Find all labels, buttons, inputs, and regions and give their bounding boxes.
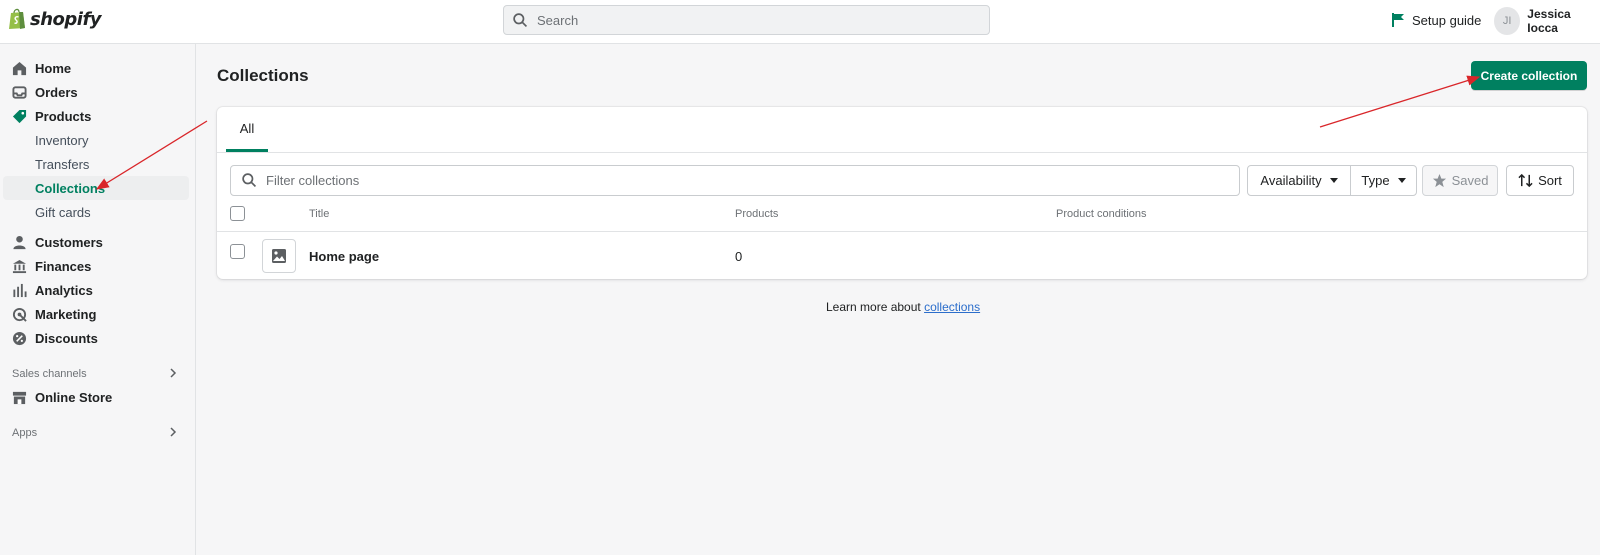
sidebar-item-analytics[interactable]: Analytics: [0, 278, 196, 302]
sort-icon: [1518, 173, 1533, 188]
store-icon: [12, 391, 27, 404]
sidebar-item-label: Discounts: [35, 330, 98, 346]
saved-button[interactable]: Saved: [1422, 165, 1498, 196]
sidebar: Home Orders Products Inventory Transfers…: [0, 44, 196, 555]
sidebar-subitem-collections[interactable]: Collections: [3, 176, 189, 200]
sort-label: Sort: [1538, 173, 1562, 188]
collection-title[interactable]: Home page: [309, 249, 379, 264]
sidebar-item-label: Online Store: [35, 389, 113, 405]
discount-icon: [12, 331, 27, 345]
global-search-input[interactable]: Search: [503, 5, 990, 35]
user-name: Jessica Iocca: [1527, 7, 1571, 35]
sidebar-item-customers[interactable]: Customers: [0, 230, 196, 254]
avatar: JI: [1494, 7, 1521, 35]
search-icon: [513, 12, 528, 27]
select-all-checkbox[interactable]: [230, 206, 245, 221]
type-filter-button[interactable]: Type: [1350, 166, 1416, 195]
sidebar-item-online-store[interactable]: Online Store: [0, 385, 196, 409]
sidebar-item-orders[interactable]: Orders: [0, 80, 196, 104]
shopify-bag-icon: [9, 8, 25, 29]
apps-label: Apps: [12, 427, 38, 439]
chevron-right-icon[interactable]: [168, 427, 178, 437]
tab-all[interactable]: All: [226, 107, 268, 152]
top-bar: shopify Search Setup guide JI Jessica Io…: [0, 0, 1600, 44]
chevron-right-icon[interactable]: [168, 368, 178, 378]
collections-help-link[interactable]: collections: [924, 300, 980, 314]
user-menu[interactable]: JI Jessica Iocca: [1494, 7, 1600, 35]
orders-icon: [12, 85, 27, 99]
sidebar-subitem-transfers[interactable]: Transfers: [35, 152, 89, 176]
sidebar-subitem-inventory[interactable]: Inventory: [35, 128, 88, 152]
bank-icon: [12, 259, 27, 273]
sidebar-item-home[interactable]: Home: [0, 56, 196, 80]
sidebar-item-discounts[interactable]: Discounts: [0, 326, 196, 350]
image-placeholder-icon: [272, 249, 286, 263]
learn-more-text: Learn more about collections: [826, 300, 980, 314]
tag-icon: [12, 109, 27, 123]
home-icon: [12, 61, 27, 75]
setup-guide-button[interactable]: Setup guide: [1392, 12, 1481, 28]
row-checkbox[interactable]: [230, 244, 245, 259]
divider: [217, 231, 1587, 232]
target-icon: [12, 307, 27, 322]
filter-button-group: Availability Type: [1247, 165, 1417, 196]
collection-products-count: 0: [735, 249, 743, 264]
learn-more-prefix: Learn more about: [826, 300, 925, 314]
filter-placeholder: Filter collections: [266, 173, 360, 188]
column-header-products[interactable]: Products: [735, 208, 778, 220]
search-icon: [242, 173, 257, 188]
logo-text: shopify: [30, 8, 102, 30]
shopify-logo[interactable]: shopify: [8, 8, 102, 30]
sort-button[interactable]: Sort: [1506, 165, 1574, 196]
sales-channels-label: Sales channels: [12, 368, 87, 380]
sidebar-item-label: Home: [35, 60, 72, 76]
divider: [217, 152, 1587, 153]
setup-guide-label: Setup guide: [1412, 12, 1482, 28]
availability-filter-button[interactable]: Availability: [1248, 166, 1350, 195]
bar-chart-icon: [13, 283, 27, 297]
sidebar-item-label: Finances: [35, 258, 92, 274]
saved-label: Saved: [1451, 173, 1489, 188]
type-label: Type: [1361, 173, 1390, 188]
caret-down-icon: [1329, 178, 1338, 183]
star-icon: [1432, 173, 1446, 188]
sidebar-item-finances[interactable]: Finances: [0, 254, 196, 278]
sidebar-item-label: Products: [35, 108, 92, 124]
sidebar-item-label: Marketing: [35, 306, 97, 322]
search-placeholder: Search: [537, 12, 579, 28]
column-header-product-conditions: Product conditions: [1056, 208, 1147, 220]
sidebar-item-marketing[interactable]: Marketing: [0, 302, 196, 326]
column-header-title[interactable]: Title: [309, 208, 329, 220]
sidebar-subitem-gift-cards[interactable]: Gift cards: [35, 200, 91, 224]
filter-collections-input[interactable]: Filter collections: [230, 165, 1240, 196]
person-icon: [13, 235, 26, 249]
flag-icon: [1392, 13, 1404, 27]
caret-down-icon: [1397, 178, 1406, 183]
collection-thumbnail: [262, 239, 296, 273]
page-title: Collections: [217, 66, 309, 85]
availability-label: Availability: [1260, 173, 1322, 188]
create-collection-button[interactable]: Create collection: [1471, 61, 1587, 90]
sidebar-item-products[interactable]: Products: [0, 104, 196, 128]
sidebar-item-label: Orders: [35, 84, 78, 100]
collections-card: All Filter collections Availability Type…: [217, 107, 1587, 279]
sidebar-item-label: Analytics: [35, 282, 93, 298]
sidebar-item-label: Customers: [35, 234, 103, 250]
